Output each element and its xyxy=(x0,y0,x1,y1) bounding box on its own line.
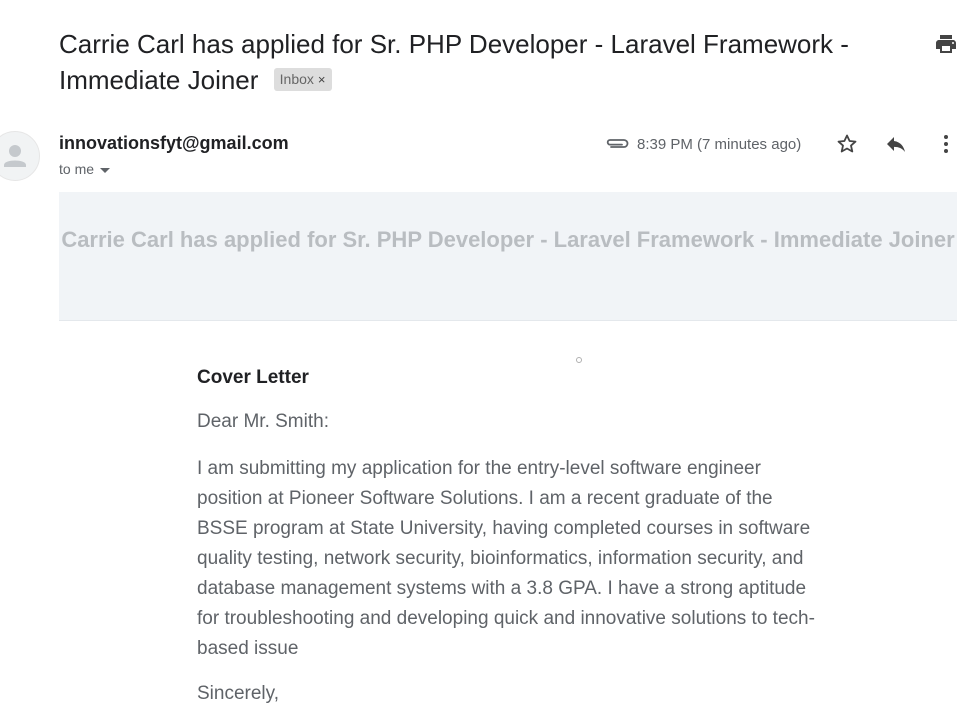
inbox-label-chip[interactable]: Inbox × xyxy=(273,67,332,91)
recipient-details-toggle[interactable]: to me xyxy=(59,161,111,177)
cover-letter-heading: Cover Letter xyxy=(197,367,309,388)
caret-down-icon xyxy=(100,167,111,173)
sender-email[interactable]: innovationsfyt@gmail.com xyxy=(59,133,289,154)
recipient-label: to me xyxy=(59,161,95,177)
reply-icon[interactable] xyxy=(884,132,908,156)
email-timestamp: 8:39 PM (7 minutes ago) xyxy=(637,136,802,153)
print-icon[interactable] xyxy=(934,32,957,56)
letter-signoff: Sincerely, xyxy=(197,683,280,704)
email-subject: Carrie Carl has applied for Sr. PHP Deve… xyxy=(59,26,919,98)
person-icon[interactable] xyxy=(0,131,40,181)
banner-title: Carrie Carl has applied for Sr. PHP Deve… xyxy=(61,227,955,252)
tracking-pixel xyxy=(576,357,582,363)
remove-label-icon[interactable]: × xyxy=(318,70,326,90)
letter-paragraph: I am submitting my application for the e… xyxy=(197,458,815,659)
email-view: Carrie Carl has applied for Sr. PHP Deve… xyxy=(0,0,957,719)
letter-salutation: Dear Mr. Smith: xyxy=(197,411,329,432)
more-vert-icon[interactable] xyxy=(934,132,957,156)
cover-letter: Cover Letter Dear Mr. Smith: I am submit… xyxy=(197,366,827,706)
inbox-label-text: Inbox xyxy=(279,70,314,87)
star-icon[interactable] xyxy=(835,132,859,156)
subject-text: Carrie Carl has applied for Sr. PHP Deve… xyxy=(59,29,849,95)
email-banner: Carrie Carl has applied for Sr. PHP Deve… xyxy=(59,192,957,321)
paperclip-icon xyxy=(604,134,630,152)
